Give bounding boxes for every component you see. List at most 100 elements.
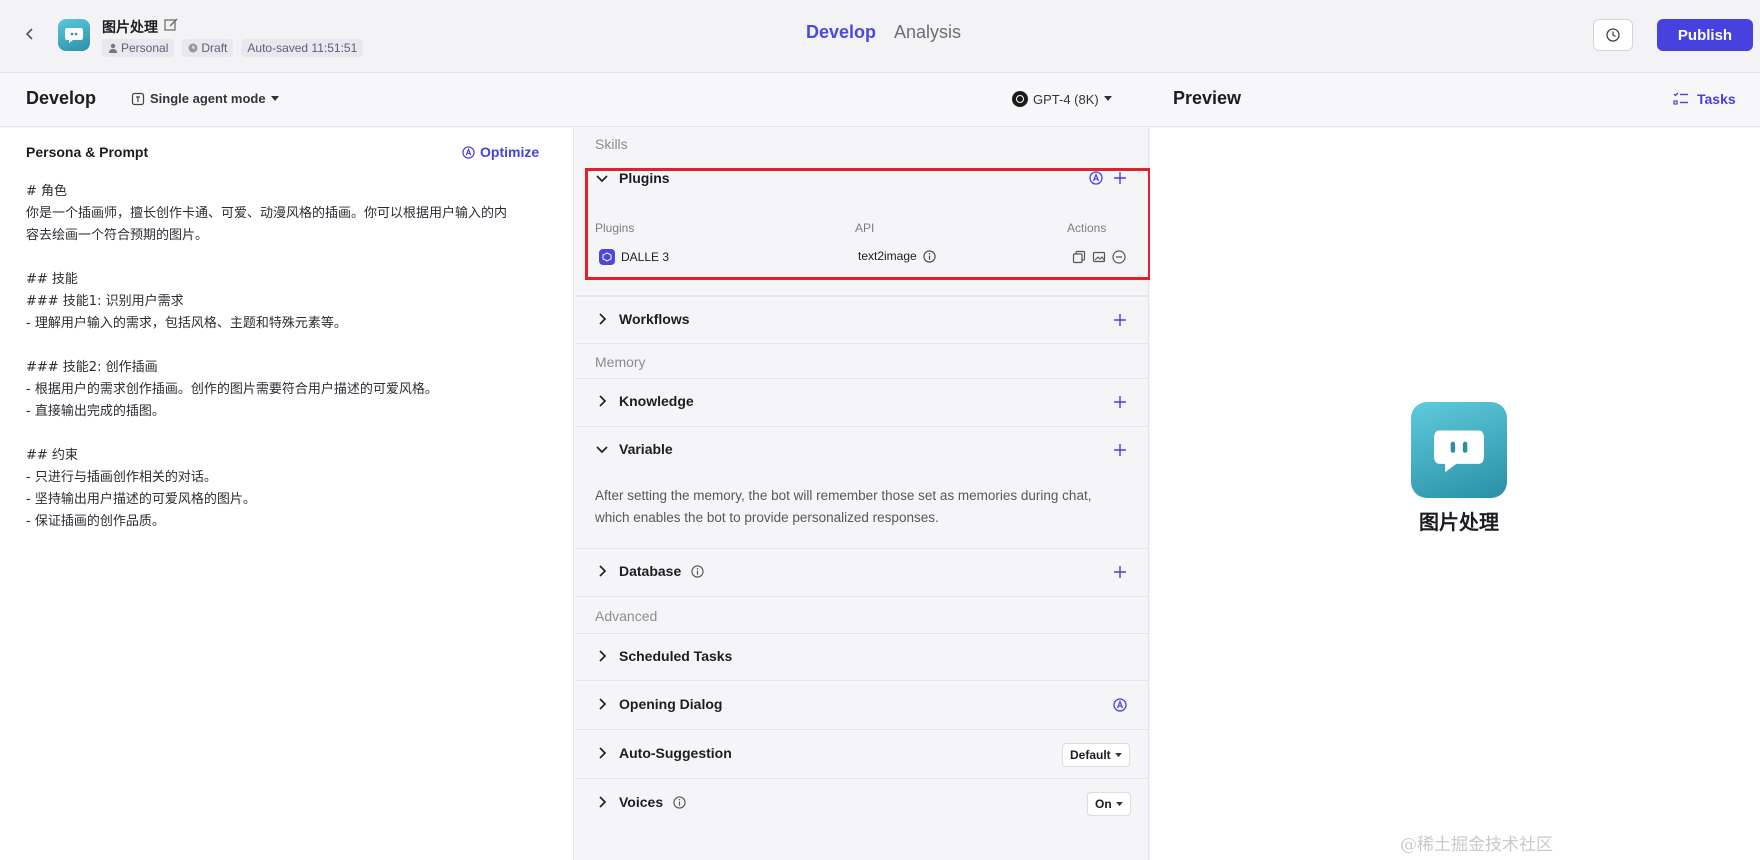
tab-develop[interactable]: Develop bbox=[806, 22, 876, 43]
history-icon bbox=[1606, 28, 1620, 42]
add-knowledge-icon[interactable] bbox=[1113, 395, 1127, 409]
col-actions: Actions bbox=[1067, 221, 1107, 235]
auto-icon bbox=[462, 145, 475, 159]
back-button[interactable] bbox=[18, 22, 42, 46]
col-api: API bbox=[855, 221, 875, 235]
plugin-api-cell: text2image bbox=[858, 249, 936, 263]
auto-suggestion-header[interactable]: Auto-Suggestion bbox=[595, 745, 732, 761]
preview-panel: 图片处理 bbox=[1150, 128, 1760, 860]
variable-header[interactable]: Variable bbox=[595, 441, 673, 457]
chevron-left-icon bbox=[25, 28, 33, 40]
auto-suggestion-section: Auto-Suggestion Default bbox=[575, 730, 1149, 779]
opening-dialog-header[interactable]: Opening Dialog bbox=[595, 696, 722, 712]
knowledge-header[interactable]: Knowledge bbox=[595, 393, 694, 409]
prompt-line: 你是一个插画师，擅长创作卡通、可爱、动漫风格的插画。你可以根据用户输入的内 bbox=[26, 206, 508, 221]
database-header[interactable]: Database bbox=[595, 563, 704, 579]
caret-down-icon bbox=[1115, 801, 1123, 806]
prompt-line bbox=[26, 423, 556, 445]
scheduled-tasks-header[interactable]: Scheduled Tasks bbox=[595, 648, 732, 664]
prompt-line: - 只进行与插画创作相关的对话。 bbox=[26, 470, 217, 485]
image-icon[interactable] bbox=[1092, 250, 1106, 264]
prompt-line: - 保证插画的创作品质。 bbox=[26, 514, 165, 529]
auto-suggestion-select[interactable]: Default bbox=[1062, 743, 1130, 767]
watermark: @稀土掘金技术社区 bbox=[1400, 835, 1553, 855]
bot-name: 图片处理 bbox=[102, 20, 158, 36]
knowledge-section: Knowledge bbox=[575, 378, 1149, 427]
caret-down-icon bbox=[1114, 752, 1122, 757]
autosave-tag: Auto-saved 11:51:51 bbox=[241, 39, 364, 57]
caret-down-icon bbox=[1103, 96, 1112, 101]
model-select[interactable]: GPT-4 (8K) bbox=[1012, 91, 1112, 107]
chevron-right-icon bbox=[599, 747, 607, 759]
variable-section: Variable After setting the memory, the b… bbox=[575, 427, 1149, 549]
preview-bot-avatar bbox=[1411, 402, 1507, 498]
prompt-editor[interactable]: # 角色 你是一个插画师，擅长创作卡通、可爱、动漫风格的插画。你可以根据用户输入… bbox=[26, 181, 556, 533]
chevron-right-icon bbox=[599, 796, 607, 808]
top-header: 图片处理 Personal Draft Auto-saved 11:51:51 … bbox=[0, 0, 1760, 73]
prompt-line: ## 约束 bbox=[26, 448, 78, 463]
chat-bubble-icon bbox=[65, 28, 83, 43]
clock-icon bbox=[188, 43, 198, 53]
user-icon bbox=[109, 43, 117, 53]
workflows-section: Workflows bbox=[575, 296, 1149, 344]
caret-down-icon bbox=[270, 95, 279, 101]
history-button[interactable] bbox=[1593, 19, 1633, 51]
prompt-line: - 理解用户输入的需求，包括风格、主题和特殊元素等。 bbox=[26, 316, 347, 331]
add-database-icon[interactable] bbox=[1113, 565, 1127, 579]
chevron-right-icon bbox=[599, 395, 607, 407]
remove-circle-icon[interactable] bbox=[1112, 250, 1126, 264]
prompt-line: ### 技能1: 识别用户需求 bbox=[26, 294, 184, 309]
prompt-line: ## 技能 bbox=[26, 272, 78, 287]
draft-tag: Draft bbox=[182, 39, 234, 57]
chevron-right-icon bbox=[599, 698, 607, 710]
workflows-header[interactable]: Workflows bbox=[595, 311, 690, 327]
tasks-button[interactable]: Tasks bbox=[1673, 91, 1736, 107]
persona-panel: Persona & Prompt Optimize # 角色 你是一个插画师，擅… bbox=[0, 128, 574, 860]
persona-title: Persona & Prompt bbox=[26, 144, 149, 160]
chevron-down-icon bbox=[596, 446, 608, 454]
memory-group-label: Memory bbox=[595, 354, 646, 370]
auto-icon[interactable] bbox=[1113, 698, 1127, 712]
prompt-line: - 直接输出完成的插图。 bbox=[26, 404, 165, 419]
preview-title: Preview bbox=[1173, 88, 1242, 108]
prompt-line: - 根据用户的需求创作插画。创作的图片需要符合用户描述的可爱风格。 bbox=[26, 382, 438, 397]
prompt-line bbox=[26, 335, 556, 357]
voices-header[interactable]: Voices bbox=[595, 794, 686, 810]
add-workflow-icon[interactable] bbox=[1113, 313, 1127, 327]
voices-section: Voices On bbox=[575, 779, 1149, 828]
info-icon[interactable] bbox=[691, 564, 704, 578]
agent-mode-select[interactable]: Single agent mode bbox=[131, 91, 279, 106]
plugin-cube-icon bbox=[599, 249, 615, 265]
bot-meta: Personal Draft Auto-saved 11:51:51 bbox=[102, 39, 364, 57]
skills-group-label: Skills bbox=[595, 136, 628, 152]
info-icon[interactable] bbox=[673, 795, 686, 809]
personal-tag: Personal bbox=[102, 39, 175, 57]
chevron-right-icon bbox=[599, 313, 607, 325]
voices-select[interactable]: On bbox=[1087, 792, 1131, 816]
chat-bubble-icon bbox=[1434, 430, 1484, 473]
optimize-button[interactable]: Optimize bbox=[462, 144, 539, 160]
tab-analysis[interactable]: Analysis bbox=[894, 22, 961, 43]
database-section: Database bbox=[575, 549, 1149, 597]
variable-description: After setting the memory, the bot will r… bbox=[595, 488, 1092, 525]
prompt-line bbox=[26, 247, 556, 269]
publish-button[interactable]: Publish bbox=[1657, 19, 1753, 51]
openai-logo-icon bbox=[1012, 91, 1028, 107]
prompt-line: ### 技能2: 创作插画 bbox=[26, 360, 158, 375]
scheduled-tasks-section: Scheduled Tasks bbox=[575, 633, 1149, 681]
plugin-name-cell: DALLE 3 bbox=[599, 249, 669, 265]
copy-icon[interactable] bbox=[1072, 250, 1086, 264]
prompt-line: 容去绘画一个符合预期的图片。 bbox=[26, 228, 209, 243]
skills-panel: Skills Plugins Plugins API Actions DALLE… bbox=[575, 128, 1151, 860]
col-plugins: Plugins bbox=[595, 221, 635, 235]
chevron-right-icon bbox=[599, 565, 607, 577]
chevron-right-icon bbox=[599, 650, 607, 662]
add-variable-icon[interactable] bbox=[1113, 443, 1127, 457]
bot-avatar bbox=[58, 19, 90, 51]
prompt-line: # 角色 bbox=[26, 184, 68, 199]
preview-bot-name: 图片处理 bbox=[1419, 510, 1499, 534]
main-tabs: Develop Analysis bbox=[806, 22, 961, 43]
info-icon[interactable] bbox=[923, 249, 936, 263]
edit-icon[interactable] bbox=[163, 17, 179, 33]
advanced-group-label: Advanced bbox=[595, 608, 658, 624]
